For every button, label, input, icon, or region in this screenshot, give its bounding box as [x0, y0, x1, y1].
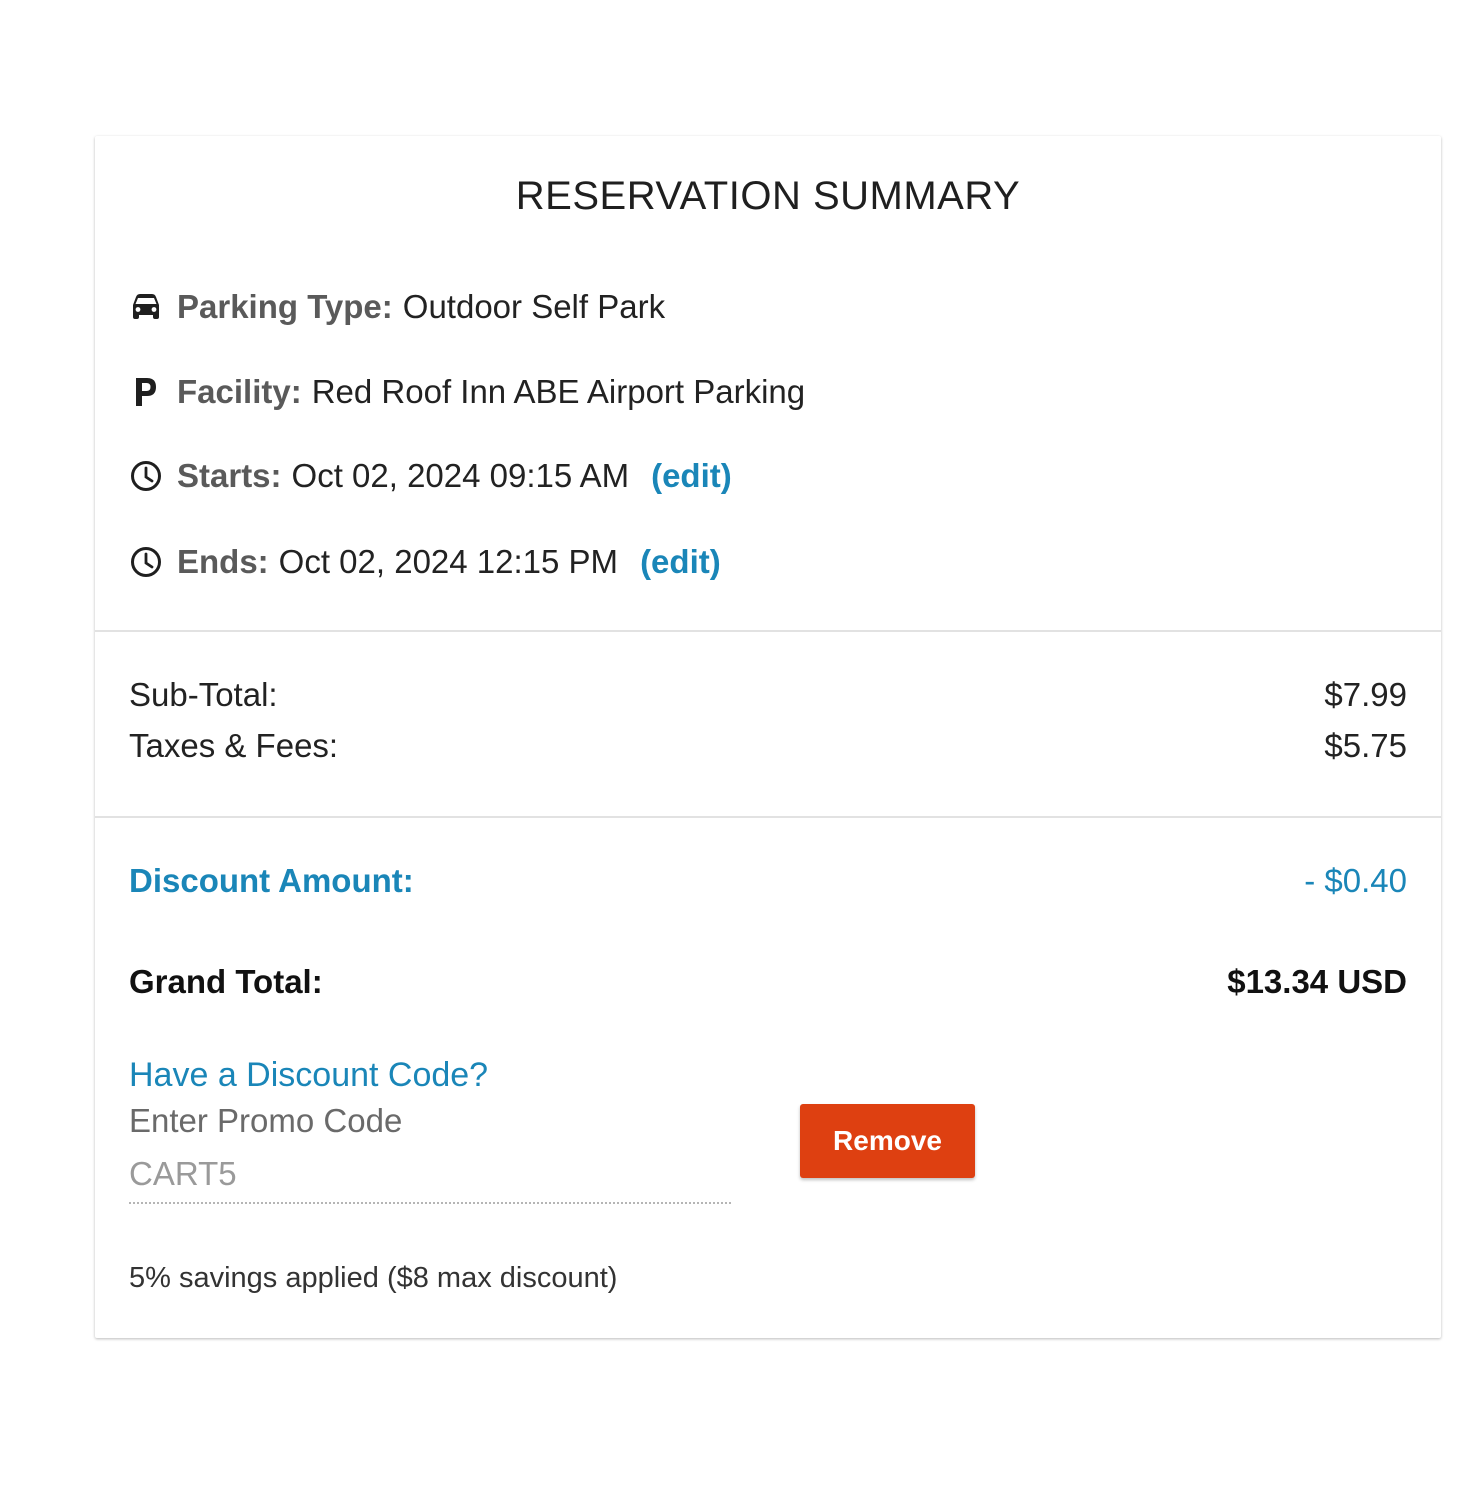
discount-value: - $0.40: [1304, 862, 1407, 899]
taxes-row: Taxes & Fees: $5.75: [129, 727, 1407, 765]
remove-promo-button[interactable]: Remove: [800, 1104, 975, 1178]
discount-row: Discount Amount: - $0.40: [129, 862, 1407, 900]
reservation-summary-card: RESERVATION SUMMARY Parking Type: Outdoo…: [95, 136, 1441, 1338]
facility-label: Facility:: [177, 373, 302, 410]
promo-code-label: Enter Promo Code: [129, 1102, 403, 1139]
car-icon: [129, 290, 163, 324]
divider: [95, 630, 1441, 632]
subtotal-value: $7.99: [1324, 676, 1407, 713]
grand-total-value: $13.34 USD: [1227, 963, 1407, 1000]
subtotal-label: Sub-Total:: [129, 676, 278, 713]
savings-note: 5% savings applied ($8 max discount): [129, 1262, 618, 1294]
taxes-value: $5.75: [1324, 727, 1407, 764]
clock-icon: [129, 459, 163, 493]
edit-start-link[interactable]: (edit): [651, 457, 732, 495]
facility-value: Red Roof Inn ABE Airport Parking: [311, 373, 806, 410]
end-time-row: Ends: Oct 02, 2024 12:15 PM (edit): [129, 540, 721, 584]
end-time-value: Oct 02, 2024 12:15 PM: [278, 543, 619, 580]
discount-code-toggle[interactable]: Have a Discount Code?: [129, 1056, 488, 1095]
divider: [95, 816, 1441, 818]
start-time-label: Starts:: [177, 457, 282, 494]
promo-code-input[interactable]: [129, 1146, 731, 1204]
facility-row: Facility: Red Roof Inn ABE Airport Parki…: [129, 370, 805, 414]
parking-type-label: Parking Type:: [177, 288, 393, 325]
grand-total-label: Grand Total:: [129, 963, 323, 1000]
parking-type-row: Parking Type: Outdoor Self Park: [129, 285, 665, 329]
discount-label: Discount Amount:: [129, 862, 414, 899]
clock-icon: [129, 545, 163, 579]
start-time-value: Oct 02, 2024 09:15 AM: [291, 457, 630, 494]
summary-title: RESERVATION SUMMARY: [515, 174, 1021, 218]
parking-type-value: Outdoor Self Park: [402, 288, 666, 325]
end-time-label: Ends:: [177, 543, 269, 580]
taxes-label: Taxes & Fees:: [129, 727, 339, 764]
subtotal-row: Sub-Total: $7.99: [129, 676, 1407, 714]
start-time-row: Starts: Oct 02, 2024 09:15 AM (edit): [129, 454, 732, 498]
parking-p-icon: [129, 375, 163, 409]
grand-total-row: Grand Total: $13.34 USD: [129, 963, 1407, 1001]
edit-end-link[interactable]: (edit): [640, 543, 721, 581]
